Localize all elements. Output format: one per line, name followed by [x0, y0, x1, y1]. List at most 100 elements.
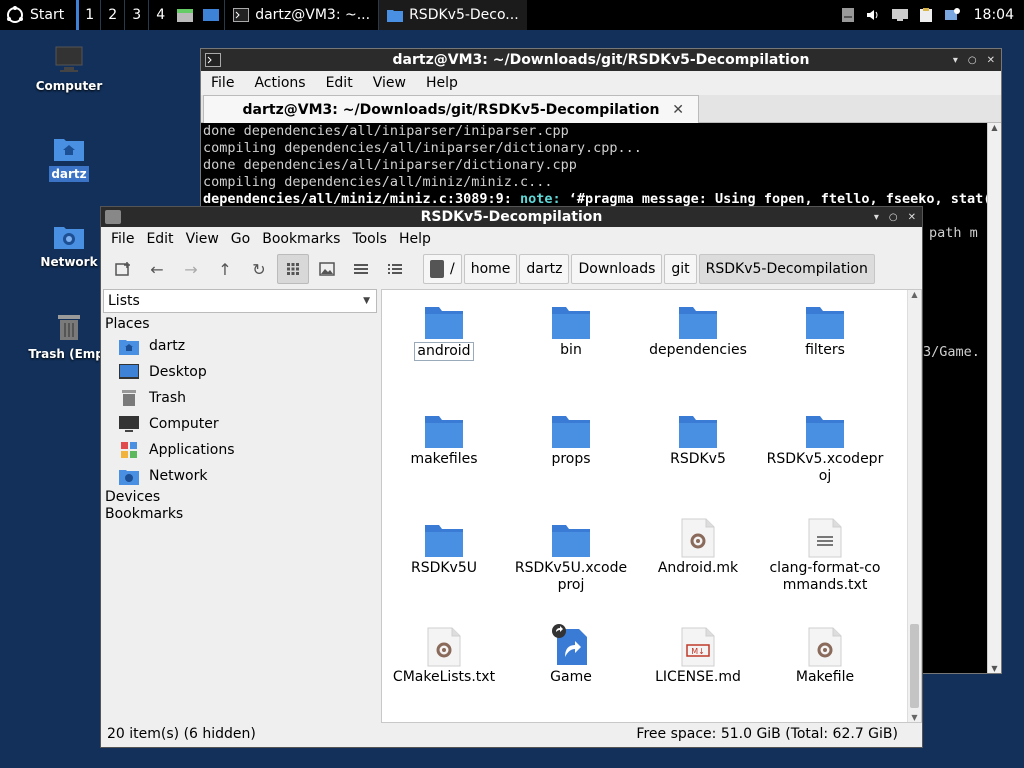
- breadcrumb-home[interactable]: home: [463, 254, 518, 284]
- close-icon[interactable]: ✕: [987, 55, 995, 66]
- menu-help[interactable]: Help: [393, 231, 437, 247]
- terminal-peek-text: 3/Game.: [923, 344, 980, 360]
- reload-button[interactable]: ↻: [243, 254, 275, 284]
- minimize-icon[interactable]: ▾: [953, 55, 958, 66]
- clipboard-icon[interactable]: [916, 5, 936, 25]
- breadcrumb-downloads[interactable]: Downloads: [571, 254, 663, 284]
- volume-icon[interactable]: [864, 5, 884, 25]
- places-header[interactable]: Places: [103, 316, 379, 333]
- back-button[interactable]: ←: [141, 254, 173, 284]
- detail-view-button[interactable]: [379, 254, 411, 284]
- file-item[interactable]: Game: [509, 623, 633, 686]
- sidebar-item-label: Network: [149, 468, 208, 484]
- menu-edit[interactable]: Edit: [140, 231, 179, 247]
- workspace-2[interactable]: 2: [100, 0, 124, 30]
- file-item[interactable]: Android.mk: [636, 514, 760, 577]
- folder-item[interactable]: makefiles: [382, 405, 506, 468]
- folder-item[interactable]: props: [509, 405, 633, 468]
- sidebar-mode-select[interactable]: Lists ▼: [103, 289, 377, 313]
- folder-item[interactable]: android: [382, 296, 506, 361]
- menu-go[interactable]: Go: [225, 231, 256, 247]
- new-tab-button[interactable]: [107, 254, 139, 284]
- scroll-up-icon[interactable]: ▲: [988, 123, 1001, 132]
- icon-view-button[interactable]: [277, 254, 309, 284]
- file-item[interactable]: Makefile: [763, 623, 887, 686]
- workspace-1[interactable]: 1: [76, 0, 100, 30]
- sidebar-item-applications[interactable]: Applications: [103, 437, 379, 463]
- menu-file[interactable]: File: [105, 231, 140, 247]
- sidebar-item-computer[interactable]: Computer: [103, 411, 379, 437]
- network-status-icon[interactable]: [942, 5, 962, 25]
- terminal-line: done dependencies/all/iniparser/iniparse…: [203, 123, 569, 139]
- start-button[interactable]: Start: [0, 0, 76, 30]
- folder-item[interactable]: bin: [509, 296, 633, 359]
- folder-item[interactable]: dependencies: [636, 296, 760, 359]
- devices-header[interactable]: Devices: [103, 489, 379, 506]
- breadcrumb-dartz[interactable]: dartz: [519, 254, 570, 284]
- desktop-home[interactable]: dartz: [23, 136, 115, 182]
- up-button[interactable]: ↑: [209, 254, 241, 284]
- terminal-menu-view[interactable]: View: [363, 75, 416, 91]
- bookmarks-header[interactable]: Bookmarks: [103, 506, 379, 523]
- folder-item[interactable]: RSDKv5: [636, 405, 760, 468]
- forward-button[interactable]: →: [175, 254, 207, 284]
- sidebar-item-desktop[interactable]: Desktop: [103, 359, 379, 385]
- folder-icon: [678, 296, 718, 340]
- menu-view[interactable]: View: [180, 231, 225, 247]
- workspace-4[interactable]: 4: [148, 0, 172, 30]
- file-name: clang-format-commands.txt: [769, 560, 881, 593]
- file-view-scrollbar[interactable]: ▲ ▼: [907, 290, 921, 722]
- file-item[interactable]: clang-format-commands.txt: [763, 514, 887, 594]
- maximize-icon[interactable]: ○: [889, 212, 898, 223]
- workspace-3[interactable]: 3: [124, 0, 148, 30]
- terminal-menu-help[interactable]: Help: [416, 75, 468, 91]
- folder-item[interactable]: filters: [763, 296, 887, 359]
- breadcrumb-current[interactable]: RSDKv5-Decompilation: [698, 254, 875, 284]
- compact-view-button[interactable]: [345, 254, 377, 284]
- file-name: bin: [560, 342, 582, 358]
- task-terminal[interactable]: dartz@VM3: ~...: [224, 0, 378, 30]
- terminal-menu-edit[interactable]: Edit: [316, 75, 363, 91]
- file-manager-titlebar[interactable]: RSDKv5-Decompilation ▾ ○ ✕: [101, 207, 922, 227]
- terminal-titlebar[interactable]: dartz@VM3: ~/Downloads/git/RSDKv5-Decomp…: [201, 49, 1001, 71]
- maximize-icon[interactable]: ○: [968, 55, 977, 66]
- file-view[interactable]: android bin dependencies filters makefiles pr…: [381, 289, 922, 723]
- breadcrumb-root[interactable]: /: [423, 254, 462, 284]
- scroll-up-icon[interactable]: ▲: [908, 290, 921, 299]
- terminal-tab[interactable]: dartz@VM3: ~/Downloads/git/RSDKv5-Decomp…: [203, 95, 699, 123]
- sidebar-item-network[interactable]: Network: [103, 463, 379, 489]
- sidebar-item-dartz[interactable]: dartz: [103, 333, 379, 359]
- thumbnail-view-button[interactable]: [311, 254, 343, 284]
- sidebar-item-trash[interactable]: Trash: [103, 385, 379, 411]
- task-file-manager-label: RSDKv5-Deco...: [409, 7, 519, 23]
- desktop-trash-label: Trash (Empt: [28, 347, 110, 361]
- terminal-scrollbar[interactable]: ▲ ▼: [987, 123, 1001, 673]
- file-item[interactable]: CMakeLists.txt: [382, 623, 506, 686]
- updates-icon[interactable]: [838, 5, 858, 25]
- folder-item[interactable]: RSDKv5U.xcodeproj: [509, 514, 633, 594]
- icon-grid-icon: [287, 263, 299, 275]
- terminal-line: compiling dependencies/all/miniz/miniz.c…: [203, 174, 553, 190]
- task-file-manager[interactable]: RSDKv5-Deco...: [378, 0, 527, 30]
- close-icon[interactable]: ✕: [908, 212, 916, 223]
- applications-icon: [119, 440, 139, 460]
- terminal-menu-file[interactable]: File: [201, 75, 244, 91]
- desktop-icon: [119, 362, 139, 382]
- show-desktop-launcher[interactable]: [198, 0, 224, 30]
- minimize-icon[interactable]: ▾: [874, 212, 879, 223]
- file-manager-launcher[interactable]: [172, 0, 198, 30]
- menu-tools[interactable]: Tools: [346, 231, 393, 247]
- clock[interactable]: 18:04: [968, 7, 1020, 23]
- terminal-menu-actions[interactable]: Actions: [244, 75, 315, 91]
- display-icon[interactable]: [890, 5, 910, 25]
- close-tab-icon[interactable]: ✕: [672, 102, 684, 118]
- file-item[interactable]: M↓ LICENSE.md: [636, 623, 760, 686]
- terminal-peek-text: path m: [929, 225, 978, 241]
- scroll-thumb[interactable]: [910, 624, 919, 708]
- menu-bookmarks[interactable]: Bookmarks: [256, 231, 346, 247]
- breadcrumb-git[interactable]: git: [664, 254, 697, 284]
- scroll-down-icon[interactable]: ▼: [988, 664, 1001, 673]
- folder-item[interactable]: RSDKv5.xcodeproj: [763, 405, 887, 485]
- folder-item[interactable]: RSDKv5U: [382, 514, 506, 577]
- desktop-computer[interactable]: Computer: [23, 46, 115, 94]
